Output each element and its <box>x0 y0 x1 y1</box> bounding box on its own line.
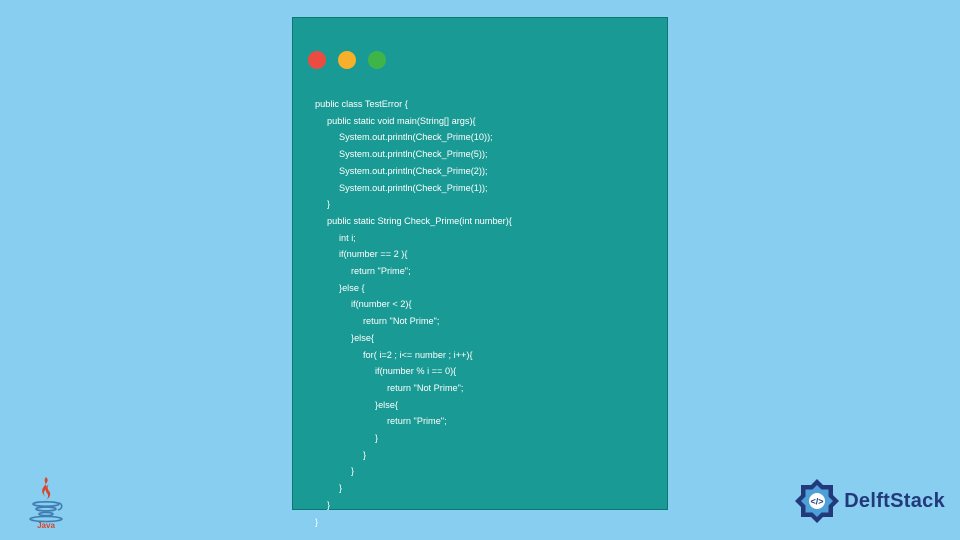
close-icon <box>308 51 326 69</box>
traffic-lights <box>308 51 386 69</box>
code-line: }else{ <box>315 330 645 347</box>
code-line: } <box>315 480 645 497</box>
code-line: } <box>315 447 645 464</box>
code-line: public static void main(String[] args){ <box>315 113 645 130</box>
code-line: return "Prime"; <box>315 413 645 430</box>
svg-text:</>: </> <box>811 497 824 507</box>
delftstack-text: DelftStack <box>844 490 945 513</box>
code-line: return "Prime"; <box>315 263 645 280</box>
code-line: }else { <box>315 280 645 297</box>
code-line: if(number < 2){ <box>315 296 645 313</box>
code-line: int i; <box>315 230 645 247</box>
code-line: } <box>315 196 645 213</box>
java-logo: Java <box>25 473 67 529</box>
code-line: } <box>315 514 645 531</box>
code-line: return "Not Prime"; <box>315 380 645 397</box>
maximize-icon <box>368 51 386 69</box>
code-line: } <box>315 497 645 514</box>
code-line: System.out.println(Check_Prime(2)); <box>315 163 645 180</box>
code-window: public class TestError {public static vo… <box>292 17 668 510</box>
code-line: return "Not Prime"; <box>315 313 645 330</box>
code-line: System.out.println(Check_Prime(5)); <box>315 146 645 163</box>
code-line: public static String Check_Prime(int num… <box>315 213 645 230</box>
code-line: if(number % i == 0){ <box>315 363 645 380</box>
code-line: }else{ <box>315 397 645 414</box>
delftstack-logo: </> DelftStack <box>792 476 945 526</box>
code-block: public class TestError {public static vo… <box>315 96 645 530</box>
code-line: if(number == 2 ){ <box>315 246 645 263</box>
code-line: System.out.println(Check_Prime(1)); <box>315 180 645 197</box>
code-line: public class TestError { <box>315 96 645 113</box>
code-line: } <box>315 430 645 447</box>
code-line: } <box>315 463 645 480</box>
minimize-icon <box>338 51 356 69</box>
svg-text:Java: Java <box>37 521 55 529</box>
delftstack-badge-icon: </> <box>792 476 842 526</box>
code-line: for( i=2 ; i<= number ; i++){ <box>315 347 645 364</box>
code-line: System.out.println(Check_Prime(10)); <box>315 129 645 146</box>
